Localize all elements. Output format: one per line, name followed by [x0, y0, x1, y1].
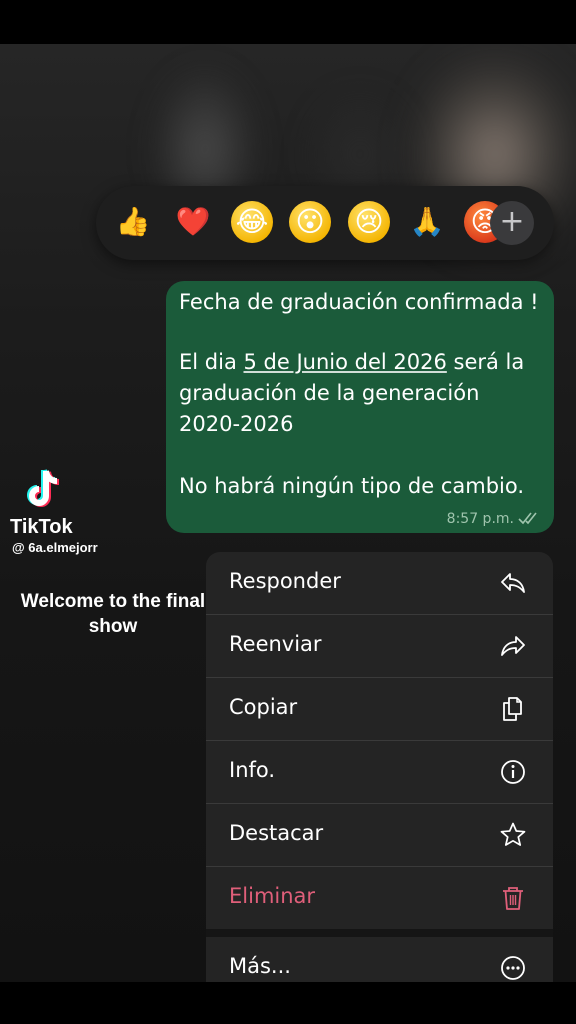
tiktok-watermark: TikTok @ 6a.elmejorr	[10, 468, 160, 568]
more-options-icon	[501, 956, 525, 980]
surprised-face-icon: 😮	[295, 205, 325, 238]
top-black-bar	[0, 0, 576, 44]
trash-icon	[503, 887, 523, 910]
tears-of-joy-icon: 😂	[235, 205, 269, 238]
message-text: será la	[446, 350, 525, 374]
message-line: Fecha de graduación confirmada !	[179, 290, 539, 314]
message-line: El dia 5 de Junio del 2026 será la	[179, 350, 524, 374]
thumbs-up-reaction[interactable]: 👍	[112, 201, 154, 243]
message-context-menu: Responder Reenviar Copiar Info. Destacar	[206, 552, 553, 982]
heart-icon: ❤️	[175, 205, 211, 238]
menu-item-label: Copiar	[229, 695, 298, 719]
video-caption: Welcome to the final show	[20, 591, 206, 637]
menu-item-info[interactable]: Info.	[206, 741, 553, 803]
more-reactions-button[interactable]: +	[490, 201, 534, 245]
bottom-black-bar	[0, 982, 576, 1024]
wow-reaction[interactable]: 😮	[289, 201, 331, 243]
message-bubble[interactable]: Fecha de graduación confirmada ! El dia …	[166, 281, 554, 533]
laugh-reaction[interactable]: 😂	[231, 201, 273, 243]
menu-item-more[interactable]: Más...	[206, 937, 553, 982]
star-icon	[500, 822, 526, 846]
tiktok-username: @ 6a.elmejorr	[12, 540, 98, 555]
message-line: graduación de la generación	[179, 381, 480, 405]
info-icon	[501, 760, 525, 784]
copy-icon	[503, 697, 522, 721]
folded-hands-icon: 🙏	[409, 205, 445, 238]
tiktok-logo-icon	[27, 469, 60, 507]
forward-icon	[501, 636, 525, 656]
menu-item-delete[interactable]: Eliminar	[206, 867, 553, 929]
menu-item-reply[interactable]: Responder	[206, 552, 553, 614]
message-timestamp: 8:57 p.m.	[446, 511, 514, 527]
menu-item-label: Eliminar	[229, 884, 316, 908]
sad-reaction[interactable]: 😢	[348, 201, 390, 243]
reply-icon	[501, 573, 525, 593]
menu-item-forward[interactable]: Reenviar	[206, 615, 553, 677]
message-text: El dia	[179, 350, 244, 374]
message-line: No habrá ningún tipo de cambio.	[179, 474, 525, 498]
tiktok-brand-name: TikTok	[10, 516, 73, 538]
menu-item-label: Info.	[229, 758, 276, 782]
menu-item-copy[interactable]: Copiar	[206, 678, 553, 740]
pray-reaction[interactable]: 🙏	[406, 201, 448, 243]
thumbs-up-icon: 👍	[115, 205, 151, 238]
message-line: 2020-2026	[179, 412, 294, 436]
double-check-icon	[518, 512, 537, 525]
menu-item-star[interactable]: Destacar	[206, 804, 553, 866]
menu-item-label: Reenviar	[229, 632, 322, 656]
menu-item-label: Destacar	[229, 821, 324, 845]
menu-item-label: Responder	[229, 569, 341, 593]
crying-face-icon: 😢	[354, 205, 384, 238]
heart-reaction[interactable]: ❤️	[172, 201, 214, 243]
reaction-bar: 👍 ❤️ 😂 😮 😢 🙏 😡 +	[96, 186, 554, 260]
menu-item-label: Más...	[229, 954, 291, 978]
date-link[interactable]: 5 de Junio del 2026	[244, 350, 447, 374]
